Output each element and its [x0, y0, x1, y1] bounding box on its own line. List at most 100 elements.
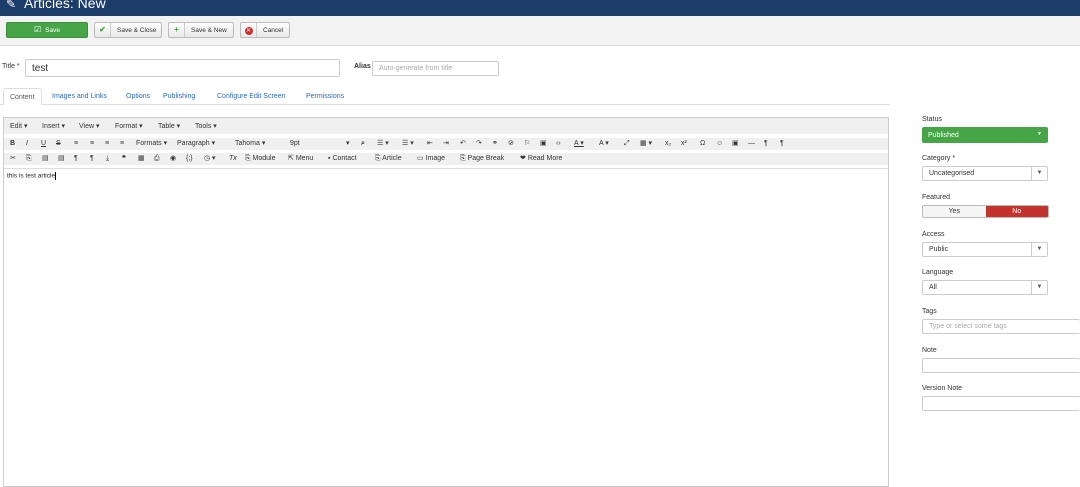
align-left-icon[interactable]: ≡	[74, 138, 78, 150]
featured-yes-button[interactable]: Yes	[923, 206, 986, 217]
menu-view[interactable]: View ▾	[79, 122, 100, 130]
unlink-icon[interactable]: ⊘	[508, 138, 514, 150]
template-icon[interactable]: ▦	[138, 153, 145, 165]
bold-icon[interactable]: B	[10, 138, 15, 150]
link-icon[interactable]: ⚭	[492, 138, 498, 150]
access-select[interactable]: Public ▼	[922, 242, 1048, 257]
status-select[interactable]: Published ▼	[922, 127, 1048, 143]
code-sample-icon[interactable]: {;}	[186, 153, 193, 165]
featured-no-button[interactable]: No	[985, 206, 1048, 217]
checkbox-icon: ☑	[34, 25, 42, 34]
text-caret	[55, 172, 57, 180]
emoticons-icon[interactable]: ☺	[716, 138, 723, 150]
title-input[interactable]: test	[25, 59, 340, 77]
menu-tools[interactable]: Tools ▾	[195, 122, 217, 130]
paste-text-icon[interactable]: ▤	[58, 153, 65, 165]
menu-format[interactable]: Format ▾	[115, 122, 143, 130]
indent-icon[interactable]: ⇥	[443, 138, 449, 150]
show-blocks-icon[interactable]: ¶	[90, 153, 94, 165]
strikethrough-icon[interactable]: S	[56, 138, 61, 150]
pencil-icon: ✎	[6, 0, 17, 11]
tab-configure-edit-screen[interactable]: Configure Edit Screen	[217, 88, 285, 105]
font-size-dropdown[interactable]: 9pt	[290, 138, 300, 150]
clear-format-icon[interactable]: Tx	[229, 153, 237, 165]
align-right-icon[interactable]: ≡	[105, 138, 109, 150]
page-title: Articles: New	[24, 0, 106, 11]
align-center-icon[interactable]: ≡	[90, 138, 94, 150]
table-icon[interactable]: ▦ ▾	[640, 138, 652, 150]
find-icon[interactable]: ⌕	[361, 138, 365, 150]
chevron-down-icon: ▼	[1031, 281, 1047, 294]
undo-icon[interactable]: ↶	[460, 138, 466, 150]
tab-images-links[interactable]: Images and Links	[52, 88, 107, 105]
featured-toggle: Yes No	[922, 205, 1049, 218]
formats-dropdown[interactable]: Formats ▾	[136, 138, 167, 150]
subscript-icon[interactable]: x₂	[665, 138, 671, 150]
language-select[interactable]: All ▼	[922, 280, 1048, 295]
tab-content[interactable]: Content	[3, 88, 42, 105]
tags-input[interactable]: Type or select some tags	[922, 319, 1080, 334]
italic-icon[interactable]: I	[26, 138, 28, 150]
save-icon[interactable]: ⤓	[106, 153, 109, 165]
outdent-icon[interactable]: ⇤	[427, 138, 433, 150]
insert-time-icon[interactable]: ◷ ▾	[204, 153, 216, 165]
action-toolbar: ☑ Save ✔ Save & Close + Save & New ✕ Can…	[0, 16, 1080, 46]
article-button[interactable]: ⎘ Article	[375, 153, 402, 165]
fullscreen-icon[interactable]: ⤢	[624, 138, 630, 150]
background-color-icon[interactable]: A ▾	[599, 138, 609, 150]
tags-label: Tags	[922, 308, 937, 315]
tab-publishing[interactable]: Publishing	[163, 88, 195, 105]
menu-edit[interactable]: Edit ▾	[10, 122, 28, 130]
chevron-down-icon: ▼	[1031, 167, 1047, 180]
horizontal-rule-icon[interactable]: —	[748, 138, 755, 150]
page-break-button[interactable]: ⎘ Page Break	[460, 153, 504, 165]
tab-options[interactable]: Options	[126, 88, 150, 105]
preview-icon[interactable]: ◉	[170, 153, 176, 165]
save-new-button[interactable]: + Save & New	[168, 22, 234, 38]
font-family-dropdown[interactable]: Tahoma ▾	[235, 138, 265, 150]
read-more-button[interactable]: ❤ Read More	[520, 153, 562, 165]
bullet-list-icon[interactable]: ☰ ▾	[377, 138, 389, 150]
align-justify-icon[interactable]: ≡	[120, 138, 124, 150]
blockquote-icon[interactable]: ❝	[122, 153, 126, 165]
special-char-icon[interactable]: Ω	[700, 138, 705, 150]
tab-permissions[interactable]: Permissions	[306, 88, 344, 105]
note-input[interactable]	[922, 358, 1080, 373]
image-icon[interactable]: ▣	[540, 138, 547, 150]
media-icon[interactable]: ▣	[732, 138, 739, 150]
image-button[interactable]: ▭ Image	[417, 153, 445, 165]
copy-icon[interactable]: ⎘	[26, 153, 32, 165]
paste-icon[interactable]: ▤	[42, 153, 49, 165]
rtl-icon[interactable]: ¶	[780, 138, 784, 150]
redo-icon[interactable]: ↷	[476, 138, 482, 150]
alias-input[interactable]: Auto-generate from title	[372, 61, 499, 76]
menu-button[interactable]: ⇱ Menu	[288, 153, 313, 165]
menu-insert[interactable]: Insert ▾	[42, 122, 65, 130]
superscript-icon[interactable]: x²	[681, 138, 687, 150]
anchor-icon[interactable]: ⚐	[524, 138, 530, 150]
print-icon[interactable]: ⎙	[154, 153, 160, 165]
cancel-button[interactable]: ✕ Cancel	[240, 22, 290, 38]
paragraph-dropdown[interactable]: Paragraph ▾	[177, 138, 215, 150]
numbered-list-icon[interactable]: ☰ ▾	[402, 138, 414, 150]
editor-menubar: Edit ▾ Insert ▾ View ▾ Format ▾ Table ▾ …	[4, 118, 888, 134]
underline-icon[interactable]: U	[41, 138, 46, 150]
ltr-icon[interactable]: ¶	[764, 138, 768, 150]
access-label: Access	[922, 231, 945, 238]
chevron-down-icon: ▼	[1031, 243, 1047, 256]
text-color-icon[interactable]: A ▾	[574, 138, 584, 150]
font-size-chevron-icon[interactable]: ▾	[346, 138, 350, 150]
menu-table[interactable]: Table ▾	[158, 122, 180, 130]
save-button[interactable]: ☑ Save	[6, 22, 88, 38]
version-note-input[interactable]	[922, 396, 1080, 411]
visual-chars-icon[interactable]: ¶	[74, 153, 78, 165]
cut-icon[interactable]: ✂	[10, 153, 16, 165]
module-button[interactable]: ⎘ Module	[245, 153, 276, 165]
contact-button[interactable]: ▪ Contact	[328, 153, 357, 165]
save-close-button[interactable]: ✔ Save & Close	[94, 22, 162, 38]
code-icon[interactable]: ‹›	[556, 138, 561, 150]
rich-text-editor: Edit ▾ Insert ▾ View ▾ Format ▾ Table ▾ …	[3, 117, 889, 487]
editor-content-area[interactable]: this is test article	[7, 172, 57, 180]
version-note-label: Version Note	[922, 385, 963, 392]
category-select[interactable]: Uncategorised ▼	[922, 166, 1048, 181]
